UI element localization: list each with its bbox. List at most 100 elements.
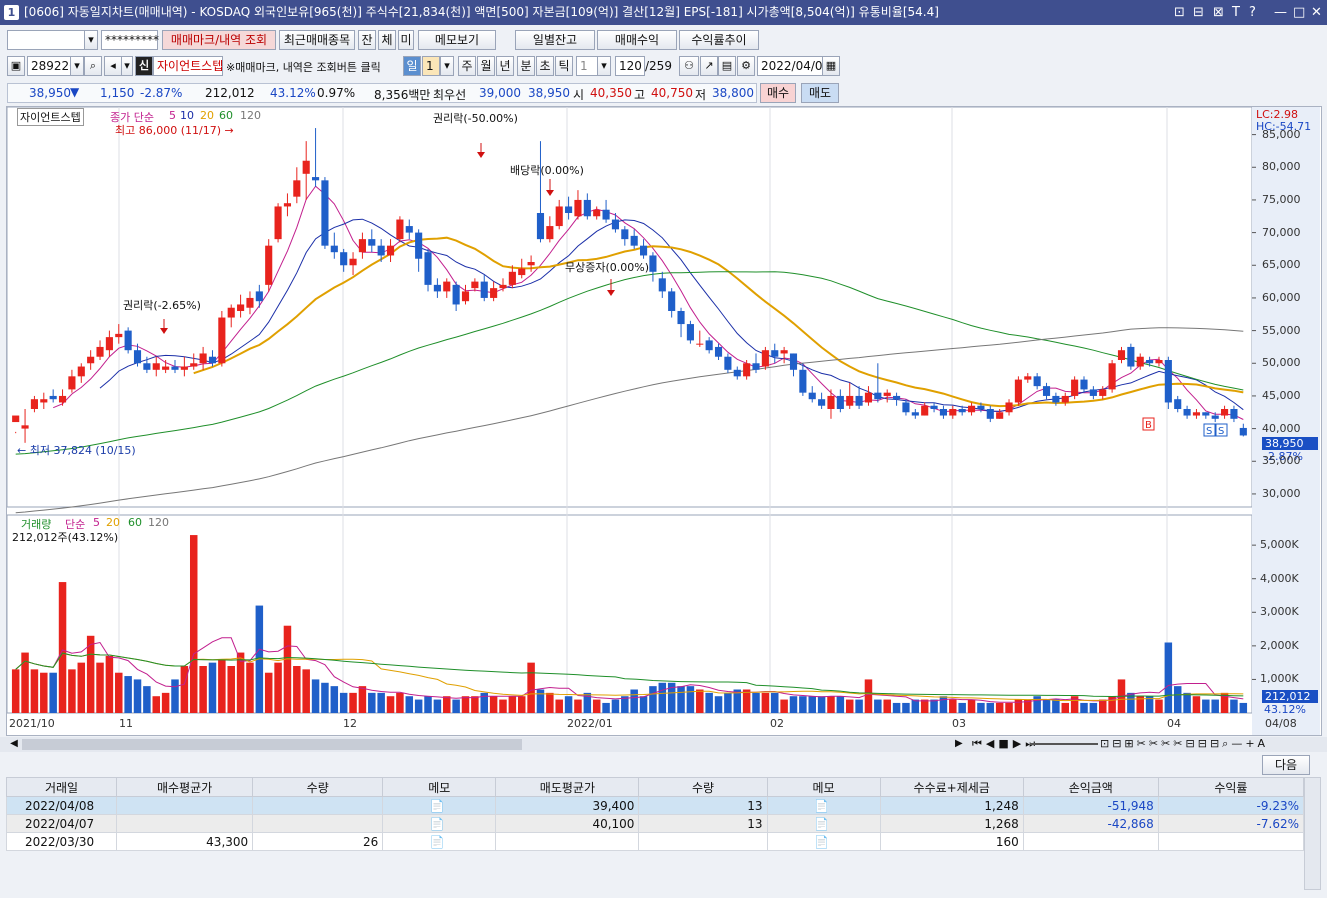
minimize-panel-icon[interactable]: ⊟: [1193, 0, 1204, 25]
restore-icon[interactable]: ⊡: [1174, 0, 1185, 25]
candle-body: [415, 232, 423, 259]
trade-profit-button[interactable]: 매매수익: [597, 30, 677, 50]
candle-body: [386, 245, 395, 256]
scroll-left-icon[interactable]: ◀: [7, 738, 21, 751]
table-row[interactable]: 2022/04/07 📄 40,100 13 📄 1,268 -42,868 -…: [5, 814, 1305, 833]
text-icon[interactable]: T: [1232, 0, 1240, 25]
account-input[interactable]: [7, 30, 85, 50]
header-buy-memo[interactable]: 메모: [382, 777, 497, 797]
scroll-right-icon[interactable]: ▶: [955, 738, 969, 751]
volume-rate-tag: 43.12%: [1264, 703, 1306, 716]
candle-body: [330, 245, 338, 253]
volume-bar: [246, 662, 254, 713]
header-sell-avg[interactable]: 매도평균가: [495, 777, 640, 797]
candle-body: [1230, 409, 1238, 419]
scroll-thumb[interactable]: [22, 739, 522, 750]
count-input[interactable]: 120: [615, 56, 645, 76]
maximize-icon[interactable]: □: [1293, 0, 1305, 25]
period-year-button[interactable]: 년: [496, 56, 514, 76]
header-buy-qty[interactable]: 수량: [252, 777, 384, 797]
header-date[interactable]: 거래일: [5, 777, 118, 797]
window-number: 1: [4, 5, 19, 20]
header-pnl[interactable]: 손익금액: [1022, 777, 1159, 797]
candle-body: [105, 337, 113, 351]
daily-balance-button[interactable]: 일별잔고: [515, 30, 595, 50]
memo-icon[interactable]: 📄: [382, 796, 497, 815]
candle-body: [846, 395, 854, 406]
code-dropdown-icon[interactable]: ▾: [70, 56, 84, 76]
annotation-arrow-head: [607, 290, 615, 296]
volume-bar: [208, 662, 217, 713]
sell-button[interactable]: 매도: [801, 83, 839, 103]
executed-button[interactable]: 체: [378, 30, 396, 50]
balance-button[interactable]: 잔: [358, 30, 376, 50]
unfilled-button[interactable]: 미: [398, 30, 414, 50]
layout-icon[interactable]: ▣: [7, 56, 25, 76]
header-sell-memo[interactable]: 메모: [766, 777, 881, 797]
period-week-button[interactable]: 주: [458, 56, 476, 76]
header-fee[interactable]: 수수료+제세금: [879, 777, 1024, 797]
period-day-button[interactable]: 일: [403, 56, 421, 76]
next-button[interactable]: 다음: [1262, 755, 1310, 775]
period-month-button[interactable]: 월: [477, 56, 495, 76]
memo-icon[interactable]: 📄: [382, 814, 497, 833]
cell-buy-qty: [252, 796, 384, 815]
memo-view-button[interactable]: 메모보기: [418, 30, 496, 50]
period-minute-button[interactable]: 분: [517, 56, 535, 76]
vol-ma20-label: 20: [106, 516, 120, 529]
period-second-button[interactable]: 초: [536, 56, 554, 76]
volume-bar: [939, 696, 948, 713]
memo-icon[interactable]: 📄: [766, 796, 881, 815]
date-input[interactable]: 2022/04/08: [757, 56, 830, 76]
volume-bar: [1080, 702, 1088, 713]
table-scrollbar[interactable]: [1304, 777, 1321, 890]
candle-body: [1239, 427, 1247, 436]
table-row[interactable]: 2022/04/08 📄 39,400 13 📄 1,248 -51,948 -…: [5, 796, 1305, 815]
pin-icon[interactable]: ⊠: [1213, 0, 1224, 25]
volume-bar: [386, 696, 395, 713]
return-trend-button[interactable]: 수익률추이: [679, 30, 759, 50]
recent-trades-button[interactable]: 최근매매종목: [279, 30, 355, 50]
speaker-dropdown-icon[interactable]: ▾: [121, 56, 133, 76]
period-dropdown-icon[interactable]: ▾: [440, 56, 454, 76]
volume-bar: [995, 702, 1004, 713]
search-icon[interactable]: ⌕: [84, 56, 102, 76]
volume-bar: [808, 696, 816, 713]
zoom-slider[interactable]: [1030, 743, 1098, 745]
trade-mark-query-button[interactable]: 매매마크/내역 조회: [162, 30, 276, 50]
period-tick-button[interactable]: 틱: [555, 56, 573, 76]
tick-dropdown-icon[interactable]: ▾: [597, 56, 611, 76]
chart-canvas[interactable]: B S S: [7, 107, 1321, 735]
account-dropdown-icon[interactable]: ▾: [84, 30, 98, 50]
volume-bar: [508, 696, 517, 713]
tick-number-input[interactable]: 1: [576, 56, 598, 76]
settings-icon[interactable]: ⚙: [737, 56, 755, 76]
speaker-icon[interactable]: ◂: [104, 56, 122, 76]
period-number-input[interactable]: 1: [422, 56, 440, 76]
cursor-icon[interactable]: ↗: [700, 56, 718, 76]
stock-name[interactable]: 자이언트스텝: [153, 56, 223, 76]
volume-tick-label: 3,000K: [1260, 605, 1299, 619]
chart-tool-icons[interactable]: ⊡⊟⊞✂✂✂✂⊟⊟⊟⌕—+A: [1100, 737, 1268, 751]
help-icon[interactable]: ?: [1249, 0, 1256, 25]
candle-body: [1099, 389, 1107, 396]
buy-button[interactable]: 매수: [760, 83, 796, 103]
save-icon[interactable]: ▤: [718, 56, 736, 76]
memo-icon[interactable]: 📄: [766, 814, 881, 833]
compare-icon[interactable]: ⚇: [679, 56, 699, 76]
calendar-icon[interactable]: ▦: [822, 56, 840, 76]
price-tick-label: 50,000: [1262, 356, 1301, 370]
memo-icon[interactable]: 📄: [766, 832, 881, 851]
candle-body: [1202, 412, 1210, 416]
password-input[interactable]: *********: [101, 30, 159, 50]
header-sell-qty[interactable]: 수량: [638, 777, 768, 797]
header-buy-avg[interactable]: 매수평균가: [116, 777, 254, 797]
candle-body: [939, 409, 947, 416]
minimize-icon[interactable]: —: [1274, 0, 1287, 25]
table-row[interactable]: 2022/03/30 43,300 26 📄 📄 160: [5, 832, 1305, 851]
close-icon[interactable]: ✕: [1311, 0, 1322, 25]
header-return[interactable]: 수익률: [1157, 777, 1305, 797]
chart-area[interactable]: BSS 자이언트스텝 종가 단순 5 10 20 60 120 최고 86,00…: [6, 106, 1322, 736]
stock-code-input[interactable]: 289220: [27, 56, 77, 76]
memo-icon[interactable]: 📄: [382, 832, 497, 851]
